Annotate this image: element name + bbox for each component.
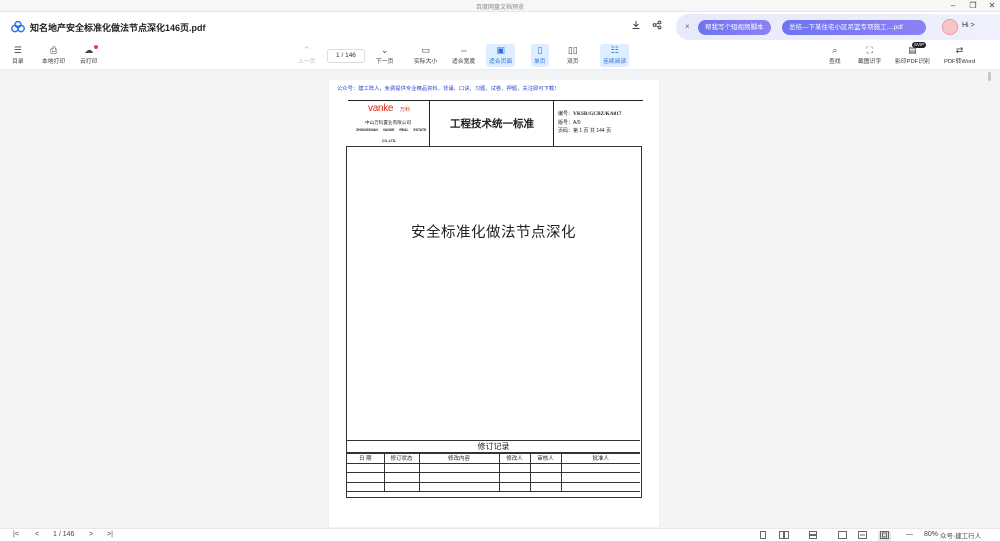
window-titlebar: 百度网盘文档预览 – ❐ ✕	[0, 0, 1000, 12]
standard-title-cell: 工程技术统一标准	[430, 101, 554, 146]
table-header-status: 修订状态	[383, 453, 420, 464]
download-icon[interactable]	[631, 20, 641, 33]
fit-page-icon: ▣	[496, 45, 505, 55]
table-header-modifier: 修改人	[498, 453, 531, 464]
next-page-status-button[interactable]: >	[89, 531, 93, 538]
find-button[interactable]: ⌕ 查找	[829, 45, 841, 65]
table-row	[347, 481, 640, 492]
ai-avatar[interactable]	[942, 19, 958, 35]
page-number-input[interactable]: 1 / 146	[327, 49, 365, 63]
document-title: 知名地产安全标准化做法节点深化146页.pdf	[30, 23, 206, 33]
revision-table: 日 期 修订状态 修改内容 修改人 审核人 批准人	[347, 453, 640, 492]
double-page-button[interactable]: ▯▯ 双页	[567, 45, 579, 65]
last-page-button[interactable]: >|	[107, 531, 113, 538]
ai-hi-label[interactable]: Hi >	[962, 22, 975, 29]
document-meta-cell: 编号：VKSR/GCBZ/KA017 版号：A/0 页码：第 1 页 共 144…	[554, 101, 643, 146]
share-icon[interactable]	[652, 20, 662, 33]
status-page-indicator[interactable]: 1 / 146	[53, 531, 74, 538]
close-icon[interactable]: ×	[685, 22, 690, 31]
baidu-netdisk-logo	[11, 21, 25, 33]
watermark-text: 众号·建工行人	[940, 533, 982, 540]
maximize-button[interactable]: ❐	[966, 0, 980, 12]
viewer-toolbar: ☰ 目录 ⎙ 本地打印 ☁ 云打印 ⌃ 上一页 ⌄ 下一页 ▭ 实际大小 ⇔ 适…	[0, 42, 1000, 70]
vanke-logo-cn: 万科	[400, 107, 411, 113]
table-header-content: 修改内容	[418, 453, 500, 464]
pdf-to-word-icon: ⇄	[955, 45, 964, 55]
cover-frame: 安全标准化做法节点深化 修订记录 日 期 修订状态 修改内容 修改人 审核人 批…	[346, 146, 642, 498]
table-row	[347, 472, 640, 483]
svip-badge: SVIP	[912, 42, 927, 48]
screenshot-icon: ⛶	[866, 45, 873, 55]
single-page-icon: ▯	[537, 45, 543, 55]
table-header-approver: 批准人	[560, 453, 640, 464]
local-print-button[interactable]: ⎙ 本地打印	[42, 45, 65, 65]
pdf-to-word-button[interactable]: ⇄ PDF转Word	[944, 45, 975, 65]
first-page-button[interactable]: |<	[13, 531, 19, 538]
catalog-icon: ☰	[13, 45, 22, 55]
zoom-level[interactable]: 80%	[924, 531, 938, 538]
window-title: 百度网盘文档预览	[475, 5, 524, 11]
cloud-print-badge	[94, 45, 98, 49]
document-code: 编号：VKSR/GCBZ/KA017	[558, 111, 622, 117]
ai-assistant-bar: × 帮我写个短视频脚本 总结—下某住宅小区吊篮专项施工....pdf Hi >	[676, 14, 1000, 40]
catalog-button[interactable]: ☰ 目录	[12, 45, 24, 65]
zoom-out-button[interactable]: —	[906, 531, 913, 538]
search-icon: ⌕	[832, 45, 838, 55]
actual-size-icon: ▭	[421, 45, 430, 55]
scrollbar-thumb[interactable]	[988, 72, 991, 81]
company-name-cn: 中山万科置业有限公司	[365, 120, 411, 125]
printer-icon: ⎙	[50, 45, 58, 55]
continuous-view-icon[interactable]	[809, 531, 817, 541]
next-page-button[interactable]: ⌄ 下一页	[376, 45, 393, 65]
single-page-button[interactable]: ▯ 单页	[531, 44, 549, 67]
prev-page-button[interactable]: ⌃ 上一页	[298, 45, 315, 65]
continuous-reading-icon: ☷	[610, 45, 619, 55]
vanke-logo: vanke	[368, 103, 394, 114]
page-notice: 公众号：建工阵人，免费提供专业精品资料、背诵、口诀、习题、试卷、押题，关注即可下…	[337, 86, 560, 92]
double-page-icon: ▯▯	[567, 45, 578, 55]
document-page: 公众号：建工阵人，免费提供专业精品资料、背诵、口诀、习题、试卷、押题，关注即可下…	[329, 80, 659, 527]
close-window-button[interactable]: ✕	[985, 0, 999, 12]
document-header: 知名地产安全标准化做法节点深化146页.pdf × 帮我写个短视频脚本 总结—下…	[0, 12, 1000, 42]
ai-suggestion-video-script[interactable]: 帮我写个短视频脚本	[698, 20, 771, 35]
table-row	[347, 462, 640, 473]
prev-page-status-button[interactable]: <	[35, 531, 39, 538]
scan-pdf-ocr-button[interactable]: ▤ 影印PDF识别	[895, 45, 930, 65]
actual-size-button[interactable]: ▭ 实际大小	[414, 45, 437, 65]
fit-page-button[interactable]: ▣ 适合页面	[486, 44, 516, 67]
company-name-en: ZHONGSHAN VANKE REAL ESTATE	[356, 128, 427, 132]
table-header-reviewer: 审核人	[529, 453, 562, 464]
vertical-scrollbar[interactable]	[987, 70, 992, 525]
document-header-table: vanke 万科 中山万科置业有限公司 ZHONGSHAN VANKE REAL…	[348, 100, 643, 146]
company-name-en-suffix: CO.,LTD.	[382, 139, 397, 143]
fit-width-status-icon[interactable]	[858, 531, 867, 541]
fit-width-button[interactable]: ⇔ 适合宽度	[452, 45, 475, 65]
table-header-date: 日 期	[347, 453, 385, 464]
document-version: 版号：A/0	[558, 120, 581, 126]
main-title: 安全标准化做法节点深化	[411, 225, 576, 241]
double-view-icon[interactable]	[779, 531, 789, 541]
single-view-icon[interactable]	[759, 531, 767, 541]
status-bar: |< < 1 / 146 > >| — 80%	[0, 528, 1000, 541]
ai-suggestion-summary[interactable]: 总结—下某住宅小区吊篮专项施工....pdf	[782, 20, 926, 35]
chevron-down-icon: ⌄	[380, 45, 389, 55]
table-row: 日 期 修订状态 修改内容 修改人 审核人 批准人	[347, 453, 640, 464]
fit-width-icon: ⇔	[459, 45, 469, 55]
revision-record: 修订记录 日 期 修订状态 修改内容 修改人 审核人 批准人	[347, 440, 640, 492]
chevron-up-icon: ⌃	[302, 45, 311, 55]
document-pages: 页码：第 1 页 共 144 页	[558, 128, 612, 134]
standard-title: 工程技术统一标准	[450, 118, 534, 130]
screenshot-ocr-button[interactable]: ⛶ 截图识字	[858, 45, 881, 65]
fit-page-status-icon[interactable]	[878, 531, 891, 541]
company-cell: vanke 万科 中山万科置业有限公司 ZHONGSHAN VANKE REAL…	[348, 101, 430, 146]
continuous-reading-button[interactable]: ☷ 连续阅读	[600, 44, 630, 67]
minimize-button[interactable]: –	[946, 0, 960, 12]
revision-record-title: 修订记录	[347, 441, 640, 453]
actual-size-status-icon[interactable]	[838, 531, 847, 541]
